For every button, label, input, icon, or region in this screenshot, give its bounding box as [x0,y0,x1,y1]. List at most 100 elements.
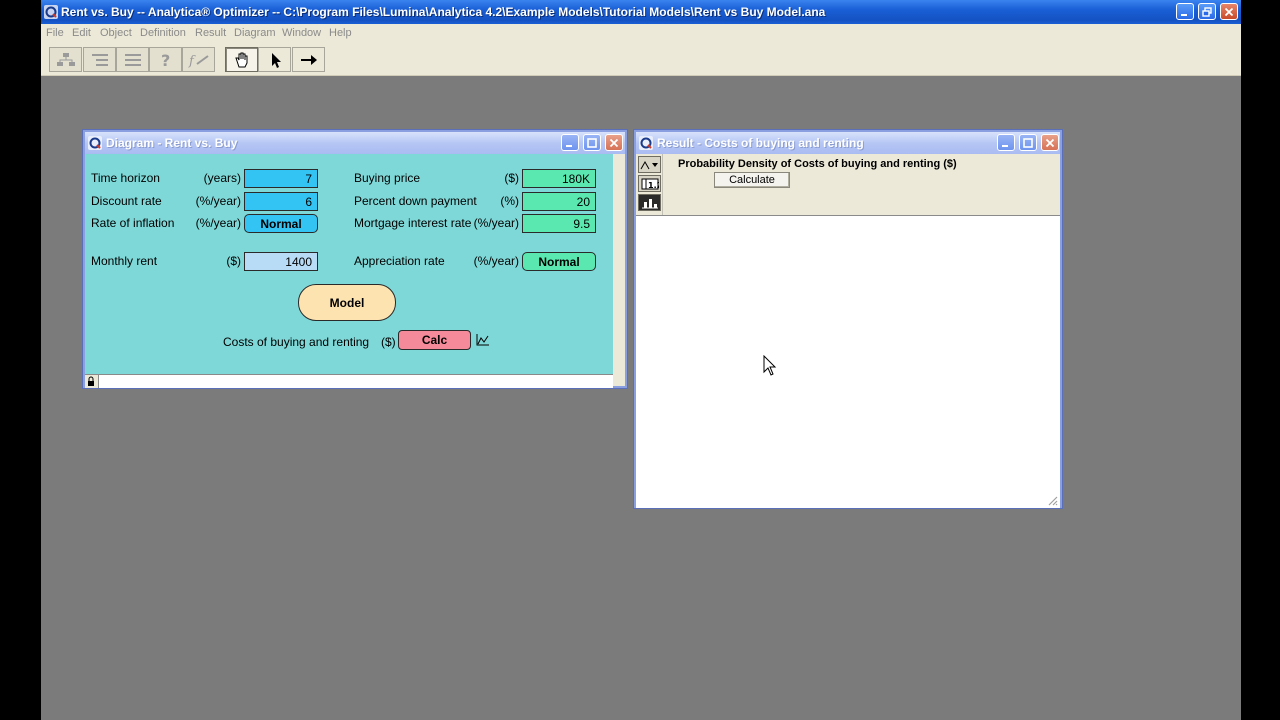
analytica-logo-icon [44,5,58,19]
app-titlebar[interactable]: Rent vs. Buy -- Analytica® Optimizer -- … [41,0,1241,24]
result-minimize-button[interactable] [997,134,1015,151]
menu-file[interactable]: File [46,27,64,39]
appreciation-rate-unit: (%/year) [473,254,519,268]
menu-definition[interactable]: Definition [140,27,186,39]
formula-button[interactable]: f [182,47,215,72]
result-close-button[interactable] [1041,134,1059,151]
table-icon: 1.2 [641,178,659,190]
rate-of-inflation-unit: (%/year) [195,216,241,230]
menu-bar: File Edit Object Definition Result Diagr… [41,24,1241,42]
buying-price-label: Buying price [354,171,421,185]
diagram-canvas[interactable]: Time horizon (years) 7 Discount rate (%/… [85,154,613,374]
svg-text:f: f [188,54,196,68]
maximize-icon [587,137,597,148]
result-window: Result - Costs of buying and renting 1.2 [634,130,1062,508]
time-horizon-unit: (years) [203,171,241,185]
diagram-titlebar[interactable]: Diagram - Rent vs. Buy [85,132,625,154]
appreciation-rate-button[interactable]: Normal [522,252,596,271]
app-minimize-button[interactable] [1176,3,1194,20]
percent-down-payment-unit: (%) [500,194,519,208]
close-icon [1045,138,1055,147]
mortgage-interest-rate-input[interactable]: 9.5 [522,214,596,233]
hand-browse-icon [234,52,247,67]
result-graph-icon[interactable] [476,334,490,346]
menu-result[interactable]: Result [195,27,226,39]
distribution-dropdown-icon [640,160,658,169]
result-heading: Probability Density of Costs of buying a… [678,158,957,170]
close-icon [1224,7,1234,16]
discount-rate-input[interactable]: 6 [244,192,318,211]
graph-view-button[interactable] [638,194,661,211]
mouse-pointer-icon [763,355,777,376]
time-horizon-input[interactable]: 7 [244,169,318,188]
appreciation-rate-label: Appreciation rate [354,254,445,268]
output-unit: ($) [381,335,396,349]
result-graph-area[interactable] [636,216,1060,508]
table-view-button[interactable]: 1.2 [638,175,661,192]
monthly-rent-input[interactable]: 1400 [244,252,318,271]
percent-down-payment-input[interactable]: 20 [522,192,596,211]
outline-button[interactable] [83,47,116,72]
edit-arrow-button[interactable] [258,47,291,72]
browse-hand-button[interactable] [225,47,258,72]
app-title: Rent vs. Buy -- Analytica® Optimizer -- … [61,5,826,19]
diagram-close-button[interactable] [605,134,623,151]
menu-edit[interactable]: Edit [72,27,91,39]
calculate-button[interactable]: Calculate [714,172,790,188]
diagram-maximize-button[interactable] [583,134,601,151]
resize-grip-icon[interactable] [1046,494,1058,506]
discount-rate-unit: (%/year) [195,194,241,208]
time-horizon-label: Time horizon [91,171,160,185]
minimize-icon [1002,144,1008,147]
rate-of-inflation-label: Rate of inflation [91,216,175,230]
minimize-icon [566,144,572,147]
buying-price-unit: ($) [504,171,519,185]
monthly-rent-label: Monthly rent [91,254,158,268]
result-header: 1.2 Probability Density of Costs of buyi… [636,154,1060,216]
analytica-logo-icon [639,136,653,150]
discount-rate-label: Discount rate [91,194,162,208]
monthly-rent-unit: ($) [226,254,241,268]
menu-object[interactable]: Object [100,27,132,39]
restore-icon [1202,6,1212,17]
right-letterbox [1241,0,1280,720]
help-object-button[interactable]: ? [149,47,182,72]
app-close-button[interactable] [1220,3,1238,20]
buying-price-input[interactable]: 180K [522,169,596,188]
diagram-window: Diagram - Rent vs. Buy Time horizon (yea… [83,130,627,388]
mortgage-interest-rate-unit: (%/year) [473,216,519,230]
diagram-minimize-button[interactable] [561,134,579,151]
svg-text:?: ? [161,51,170,69]
rate-of-inflation-button[interactable]: Normal [244,214,318,233]
app-restore-button[interactable] [1198,3,1216,20]
left-letterbox [0,0,41,720]
menu-diagram[interactable]: Diagram [234,27,276,39]
analytica-app-window: Rent vs. Buy -- Analytica® Optimizer -- … [41,0,1241,720]
result-title: Result - Costs of buying and renting [657,136,864,150]
list-icon [124,53,141,66]
model-node[interactable]: Model [298,284,396,321]
analytica-logo-icon [88,136,102,150]
minimize-icon [1181,13,1187,16]
svg-text:1.2: 1.2 [648,181,659,190]
lock-icon[interactable] [85,375,99,388]
maximize-icon [1023,137,1033,148]
list-button[interactable] [116,47,149,72]
result-maximize-button[interactable] [1019,134,1037,151]
menu-window[interactable]: Window [282,27,321,39]
connect-arrow-button[interactable] [292,47,325,72]
menu-help[interactable]: Help [329,27,352,39]
toolbar: ? f [41,42,1241,76]
help-object-icon: ? [161,51,170,69]
close-icon [609,138,619,147]
hierarchy-icon [56,52,75,66]
output-label: Costs of buying and renting [223,335,370,349]
hierarchy-button[interactable] [49,47,82,72]
mortgage-interest-rate-label: Mortgage interest rate [354,216,472,230]
diagram-title: Diagram - Rent vs. Buy [106,136,238,150]
diagram-status-bar [85,374,613,388]
calc-output-button[interactable]: Calc [398,330,471,350]
result-view-toolbar: 1.2 [636,154,663,215]
uncertainty-view-button[interactable] [638,156,661,173]
result-titlebar[interactable]: Result - Costs of buying and renting [636,132,1060,154]
